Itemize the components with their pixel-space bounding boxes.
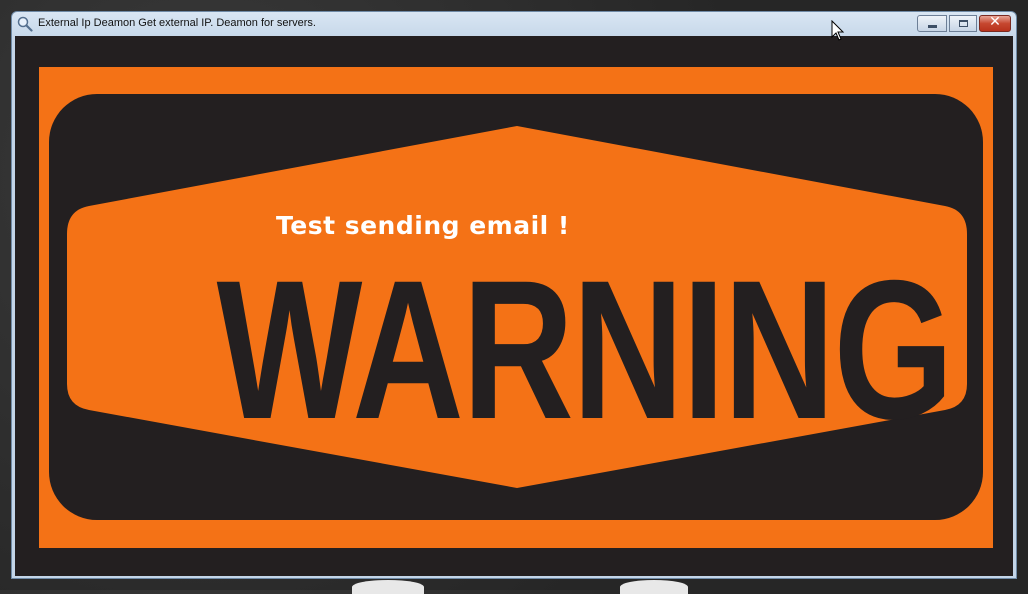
background-decoration — [352, 580, 424, 594]
close-icon: ✕ — [989, 14, 1001, 30]
app-window: External Ip Deamon Get external IP. Deam… — [11, 11, 1017, 579]
title-bar[interactable]: External Ip Deamon Get external IP. Deam… — [12, 12, 1016, 36]
window-title: External Ip Deamon Get external IP. Deam… — [38, 17, 316, 29]
status-message: Test sending email ! — [276, 211, 570, 240]
maximize-button[interactable] — [949, 15, 977, 32]
maximize-icon — [959, 20, 968, 27]
magnifier-app-icon[interactable] — [17, 16, 33, 32]
warning-heading: WARNING — [216, 239, 954, 460]
background-decoration — [620, 580, 688, 594]
mouse-cursor-icon — [831, 20, 845, 41]
warning-sign-inner: WARNING Test sending email ! — [49, 94, 983, 520]
close-button[interactable]: ✕ — [979, 14, 1011, 32]
warning-image-panel: WARNING Test sending email ! — [15, 36, 1013, 576]
minimize-icon — [928, 25, 937, 28]
warning-sign: WARNING Test sending email ! — [39, 67, 993, 548]
minimize-button[interactable] — [917, 15, 947, 32]
